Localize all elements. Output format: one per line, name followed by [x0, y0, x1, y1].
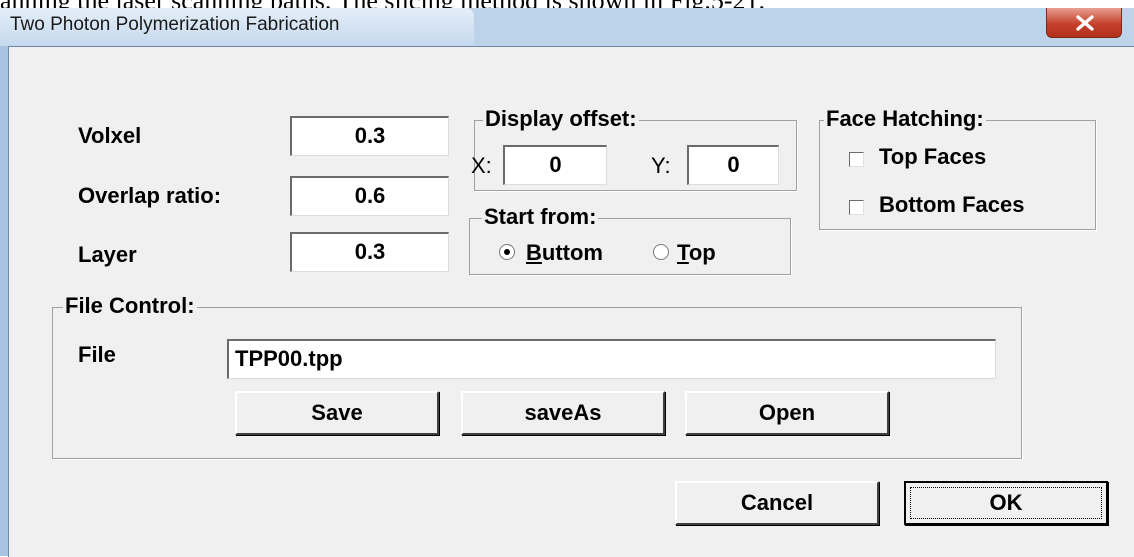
file-control-group: File Control: — [52, 293, 1022, 459]
close-icon — [1076, 15, 1094, 31]
save-as-button[interactable]: saveAs — [461, 391, 665, 435]
file-name-input[interactable]: TPP00.tpp — [227, 339, 996, 379]
face-hatching-legend: Face Hatching: — [824, 106, 986, 132]
offset-x-label: X: — [471, 153, 492, 178]
start-bottom-label[interactable]: Buttom — [526, 240, 603, 266]
file-label: File — [78, 342, 116, 367]
start-top-radio[interactable] — [653, 244, 669, 260]
overlap-ratio-input[interactable]: 0.6 — [290, 176, 449, 216]
layer-input[interactable]: 0.3 — [290, 232, 449, 272]
display-offset-legend: Display offset: — [483, 106, 639, 132]
title-bar: Two Photon Polymerization Fabrication — [0, 8, 1134, 46]
overlap-ratio-label: Overlap ratio: — [78, 183, 222, 208]
start-from-group: Start from: — [469, 204, 791, 275]
radio-selected-dot — [504, 249, 510, 255]
window-title: Two Photon Polymerization Fabrication — [10, 14, 340, 35]
dialog-window: Two Photon Polymerization Fabrication Vo… — [0, 8, 1134, 557]
cancel-button[interactable]: Cancel — [675, 481, 879, 525]
start-from-legend: Start from: — [482, 204, 599, 230]
top-faces-label[interactable]: Top Faces — [879, 144, 986, 170]
open-button[interactable]: Open — [685, 391, 889, 435]
offset-x-input[interactable]: 0 — [503, 145, 607, 185]
offset-y-input[interactable]: 0 — [687, 145, 779, 185]
offset-y-label: Y: — [651, 153, 671, 178]
volxel-label: Volxel — [78, 123, 142, 148]
title-tab: Two Photon Polymerization Fabrication — [0, 8, 474, 46]
file-control-legend: File Control: — [63, 293, 197, 319]
ok-button-label: OK — [989, 490, 1023, 515]
start-bottom-radio[interactable] — [499, 244, 515, 260]
bottom-faces-label[interactable]: Bottom Faces — [879, 192, 1024, 218]
top-faces-checkbox[interactable] — [849, 152, 864, 167]
bottom-faces-checkbox[interactable] — [849, 200, 864, 215]
close-button[interactable] — [1046, 8, 1122, 38]
dialog-client-area: Volxel 0.3 Overlap ratio: 0.6 Layer 0.3 … — [8, 46, 1134, 557]
volxel-input[interactable]: 0.3 — [290, 116, 449, 156]
save-button[interactable]: Save — [235, 391, 439, 435]
start-top-label[interactable]: Top — [677, 240, 716, 266]
layer-label: Layer — [78, 242, 137, 267]
ok-button[interactable]: OK — [904, 481, 1108, 525]
